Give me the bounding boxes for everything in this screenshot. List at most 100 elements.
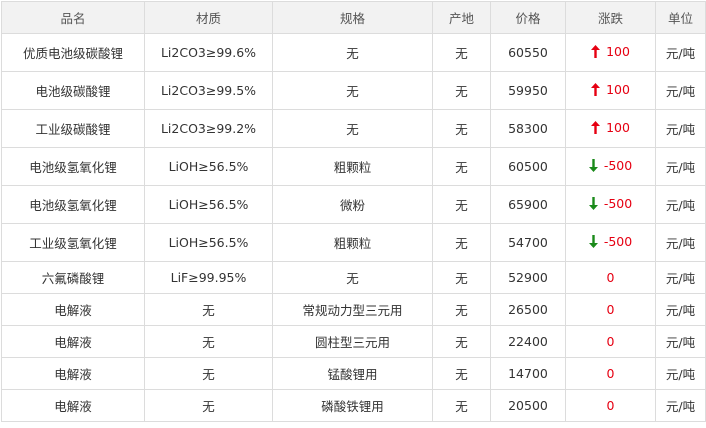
cell-material: 无 bbox=[144, 293, 273, 326]
cell-price: 60500 bbox=[490, 147, 566, 186]
cell-spec: 粗颗粒 bbox=[272, 223, 433, 262]
cell-price: 14700 bbox=[490, 357, 566, 390]
cell-name: 六氟磷酸锂 bbox=[1, 261, 145, 294]
cell-name: 优质电池级碳酸锂 bbox=[1, 33, 145, 72]
cell-spec: 圆柱型三元用 bbox=[272, 325, 433, 358]
cell-spec: 锰酸锂用 bbox=[272, 357, 433, 390]
cell-origin: 无 bbox=[432, 389, 491, 422]
arrow-down-icon bbox=[588, 235, 598, 248]
price-table: 品名 材质 规格 产地 价格 涨跌 单位 优质电池级碳酸锂 Li2CO3≥99.6… bbox=[1, 1, 706, 422]
cell-spec: 无 bbox=[272, 71, 433, 110]
table-row: 电池级氢氧化锂 LiOH≥56.5% 微粉无 65900 -500 元/吨 bbox=[1, 185, 706, 224]
arrow-down-icon bbox=[588, 197, 598, 210]
table-body: 优质电池级碳酸锂 Li2CO3≥99.6% 无无 60550 100 元/吨 电池级碳酸锂 L… bbox=[1, 33, 706, 422]
header-row: 品名 材质 规格 产地 价格 涨跌 单位 bbox=[1, 1, 706, 34]
arrow-down-icon bbox=[588, 159, 598, 172]
cell-origin: 无 bbox=[432, 223, 491, 262]
cell-material: LiOH≥56.5% bbox=[144, 223, 273, 262]
cell-spec: 无 bbox=[272, 109, 433, 148]
cell-price: 54700 bbox=[490, 223, 566, 262]
cell-material: Li2CO3≥99.2% bbox=[144, 109, 273, 148]
header-spec: 规格 bbox=[272, 1, 433, 34]
cell-origin: 无 bbox=[432, 185, 491, 224]
cell-change: 100 bbox=[565, 33, 656, 72]
cell-unit: 元/吨 bbox=[655, 185, 706, 224]
cell-material: Li2CO3≥99.6% bbox=[144, 33, 273, 72]
cell-unit: 元/吨 bbox=[655, 357, 706, 390]
table-row: 电解液无锰酸锂用无 14700 0 元/吨 bbox=[1, 357, 706, 390]
cell-price: 65900 bbox=[490, 185, 566, 224]
cell-spec: 微粉 bbox=[272, 185, 433, 224]
cell-material: LiF≥99.95% bbox=[144, 261, 273, 294]
cell-material: 无 bbox=[144, 389, 273, 422]
cell-change: 0 bbox=[565, 357, 656, 390]
table-row: 优质电池级碳酸锂 Li2CO3≥99.6% 无无 60550 100 元/吨 bbox=[1, 33, 706, 72]
cell-origin: 无 bbox=[432, 293, 491, 326]
cell-change: -500 bbox=[565, 147, 656, 186]
cell-origin: 无 bbox=[432, 71, 491, 110]
table-row: 电池级碳酸锂 Li2CO3≥99.5% 无无 59950 100 元/吨 bbox=[1, 71, 706, 110]
cell-spec: 常规动力型三元用 bbox=[272, 293, 433, 326]
header-name: 品名 bbox=[1, 1, 145, 34]
cell-change: 0 bbox=[565, 293, 656, 326]
cell-material: 无 bbox=[144, 325, 273, 358]
cell-change: -500 bbox=[565, 185, 656, 224]
cell-name: 电解液 bbox=[1, 325, 145, 358]
cell-origin: 无 bbox=[432, 147, 491, 186]
header-unit: 单位 bbox=[655, 1, 706, 34]
cell-origin: 无 bbox=[432, 109, 491, 148]
change-value: 0 bbox=[606, 334, 615, 349]
cell-change: -500 bbox=[565, 223, 656, 262]
cell-material: LiOH≥56.5% bbox=[144, 147, 273, 186]
change-value: 100 bbox=[606, 120, 630, 135]
cell-change: 0 bbox=[565, 325, 656, 358]
cell-origin: 无 bbox=[432, 33, 491, 72]
cell-unit: 元/吨 bbox=[655, 325, 706, 358]
cell-name: 电池级氢氧化锂 bbox=[1, 185, 145, 224]
change-value: -500 bbox=[603, 158, 633, 173]
cell-origin: 无 bbox=[432, 357, 491, 390]
cell-unit: 元/吨 bbox=[655, 261, 706, 294]
table-row: 电解液无磷酸铁锂用无 20500 0 元/吨 bbox=[1, 389, 706, 422]
cell-price: 20500 bbox=[490, 389, 566, 422]
cell-price: 60550 bbox=[490, 33, 566, 72]
cell-unit: 元/吨 bbox=[655, 33, 706, 72]
change-value: -500 bbox=[603, 196, 633, 211]
table-row: 电池级氢氧化锂 LiOH≥56.5% 粗颗粒无 60500 -500 元/吨 bbox=[1, 147, 706, 186]
change-value: 100 bbox=[606, 44, 630, 59]
cell-price: 52900 bbox=[490, 261, 566, 294]
header-material: 材质 bbox=[144, 1, 273, 34]
cell-name: 工业级氢氧化锂 bbox=[1, 223, 145, 262]
cell-unit: 元/吨 bbox=[655, 147, 706, 186]
cell-unit: 元/吨 bbox=[655, 71, 706, 110]
cell-name: 电解液 bbox=[1, 357, 145, 390]
arrow-up-icon bbox=[591, 83, 601, 96]
cell-name: 电解液 bbox=[1, 293, 145, 326]
cell-price: 58300 bbox=[490, 109, 566, 148]
change-value: 0 bbox=[606, 302, 615, 317]
change-value: 100 bbox=[606, 82, 630, 97]
cell-name: 工业级碳酸锂 bbox=[1, 109, 145, 148]
cell-name: 电池级氢氧化锂 bbox=[1, 147, 145, 186]
cell-origin: 无 bbox=[432, 325, 491, 358]
table-row: 电解液无圆柱型三元用无 22400 0 元/吨 bbox=[1, 325, 706, 358]
cell-spec: 无 bbox=[272, 33, 433, 72]
table-row: 工业级氢氧化锂 LiOH≥56.5% 粗颗粒无 54700 -500 元/吨 bbox=[1, 223, 706, 262]
arrow-up-icon bbox=[591, 45, 601, 58]
cell-price: 59950 bbox=[490, 71, 566, 110]
cell-price: 26500 bbox=[490, 293, 566, 326]
header-origin: 产地 bbox=[432, 1, 491, 34]
cell-spec: 粗颗粒 bbox=[272, 147, 433, 186]
header-price: 价格 bbox=[490, 1, 566, 34]
cell-spec: 无 bbox=[272, 261, 433, 294]
cell-unit: 元/吨 bbox=[655, 223, 706, 262]
table-row: 六氟磷酸锂 LiF≥99.95% 无无 52900 0 元/吨 bbox=[1, 261, 706, 294]
cell-spec: 磷酸铁锂用 bbox=[272, 389, 433, 422]
cell-unit: 元/吨 bbox=[655, 109, 706, 148]
cell-name: 电池级碳酸锂 bbox=[1, 71, 145, 110]
change-value: 0 bbox=[606, 366, 615, 381]
arrow-up-icon bbox=[591, 121, 601, 134]
cell-material: 无 bbox=[144, 357, 273, 390]
cell-change: 100 bbox=[565, 71, 656, 110]
cell-change: 0 bbox=[565, 261, 656, 294]
